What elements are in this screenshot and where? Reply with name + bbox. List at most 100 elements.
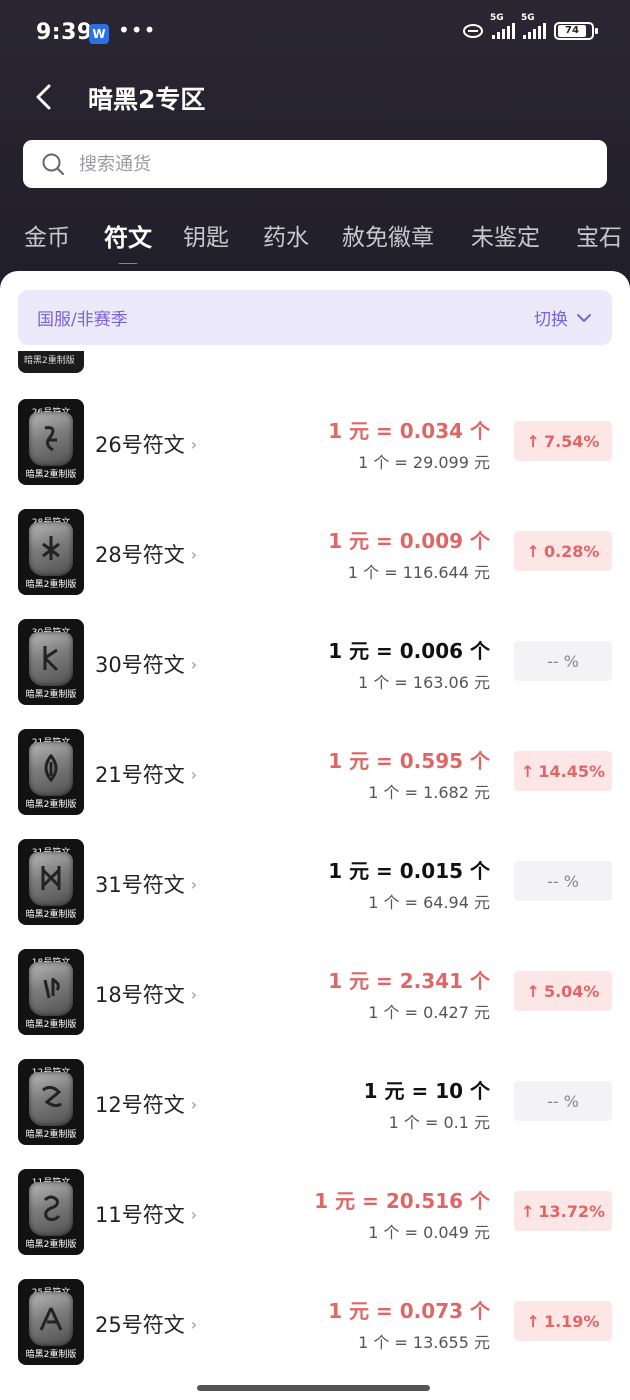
- tab-runes[interactable]: 符文: [104, 218, 152, 264]
- change-badge: ↑ 14.45%: [514, 751, 612, 791]
- item-name[interactable]: 31号符文 ›: [95, 869, 197, 899]
- arrow-up-icon: ↑: [520, 761, 535, 781]
- chevron-right-icon: ›: [190, 984, 198, 1004]
- item-name-text: 25号符文: [95, 1313, 185, 1337]
- thumb-caption: 暗黑2重制版: [25, 800, 77, 810]
- item-name-text: 31号符文: [95, 873, 185, 897]
- home-indicator[interactable]: [197, 1385, 430, 1391]
- rate-per-yuan: 1 元 = 20.516 个: [314, 1189, 490, 1213]
- switch-region-button[interactable]: 切换: [534, 305, 592, 330]
- search-bar[interactable]: [23, 140, 607, 188]
- rune-stone-icon: [29, 1182, 73, 1236]
- rate-per-item: 1 个 = 0.1 元: [388, 1113, 490, 1132]
- signal-icon-1: 5G: [490, 13, 515, 39]
- change-value: 7.54%: [543, 431, 600, 451]
- change-badge: -- %: [514, 641, 612, 681]
- item-name[interactable]: 30号符文 ›: [95, 649, 197, 679]
- partial-item-thumbnail: 暗黑2重制版: [18, 351, 84, 373]
- thumb-caption: 暗黑2重制版: [25, 470, 77, 480]
- rune-stone-icon: [29, 632, 73, 686]
- list-item[interactable]: 28号符文 暗黑2重制版 28号符文› 1 元 = 0.009 个 1 个 = …: [0, 509, 630, 619]
- arrow-up-icon: ↑: [526, 981, 540, 1001]
- thumb-caption: 暗黑2重制版: [25, 690, 77, 700]
- arrow-up-icon: ↑: [526, 1311, 540, 1331]
- partial-item-label: 暗黑2重制版: [24, 356, 75, 366]
- item-name-text: 21号符文: [95, 763, 185, 787]
- chevron-right-icon: ›: [190, 764, 198, 784]
- tab-gold[interactable]: 金币: [24, 218, 70, 252]
- rate-per-yuan: 1 元 = 0.015 个: [328, 859, 490, 883]
- tab-unidentified[interactable]: 未鉴定: [471, 218, 540, 252]
- item-name-text: 30号符文: [95, 653, 185, 677]
- category-tabs: 金币 符文 钥匙 药水 赦免徽章 未鉴定 宝石: [0, 214, 630, 264]
- rate-per-item: 1 个 = 29.099 元: [358, 453, 490, 472]
- rune-thumbnail: 18号符文 暗黑2重制版: [18, 949, 84, 1035]
- arrow-up-icon: ↑: [526, 541, 540, 561]
- back-arrow-icon[interactable]: [30, 82, 60, 112]
- item-name-text: 28号符文: [95, 543, 185, 567]
- rune-thumbnail: 30号符文 暗黑2重制版: [18, 619, 84, 705]
- item-name-text: 11号符文: [95, 1203, 185, 1227]
- list-item[interactable]: 26号符文 暗黑2重制版 26号符文› 1 元 = 0.034 个 1 个 = …: [0, 399, 630, 509]
- tab-potions[interactable]: 药水: [263, 218, 309, 252]
- item-name[interactable]: 18号符文 ›: [95, 979, 197, 1009]
- list-item[interactable]: 11号符文 暗黑2重制版 11号符文› 1 元 = 20.516 个 1 个 =…: [0, 1169, 630, 1279]
- change-badge: ↑ 7.54%: [514, 421, 612, 461]
- search-icon: [42, 153, 64, 175]
- change-value: 5.04%: [543, 981, 600, 1001]
- chevron-right-icon: ›: [190, 1094, 198, 1114]
- rune-stone-icon: [29, 852, 73, 906]
- rate-per-yuan: 1 元 = 0.006 个: [328, 639, 490, 663]
- more-notifications-icon: •••: [118, 18, 157, 42]
- item-name[interactable]: 25号符文 ›: [95, 1309, 197, 1339]
- rune-stone-icon: [29, 522, 73, 576]
- rate-per-yuan: 1 元 = 10 个: [363, 1079, 490, 1103]
- tab-gems[interactable]: 宝石: [576, 218, 622, 252]
- rate-per-yuan: 1 元 = 0.073 个: [328, 1299, 490, 1323]
- chevron-right-icon: ›: [190, 434, 198, 454]
- rune-thumbnail: 31号符文 暗黑2重制版: [18, 839, 84, 925]
- item-name[interactable]: 21号符文 ›: [95, 759, 197, 789]
- rune-stone-icon: [29, 1292, 73, 1346]
- search-input[interactable]: [79, 148, 579, 180]
- chevron-right-icon: ›: [190, 544, 198, 564]
- item-name[interactable]: 12号符文 ›: [95, 1089, 197, 1119]
- tab-keys[interactable]: 钥匙: [183, 218, 229, 252]
- change-badge: -- %: [514, 861, 612, 901]
- list-item[interactable]: 30号符文 暗黑2重制版 30号符文› 1 元 = 0.006 个 1 个 = …: [0, 619, 630, 729]
- change-value: 0.28%: [543, 541, 600, 561]
- item-name-text: 12号符文: [95, 1093, 185, 1117]
- list-item[interactable]: 18号符文 暗黑2重制版 18号符文› 1 元 = 2.341 个 1 个 = …: [0, 949, 630, 1059]
- change-badge: ↑ 0.28%: [514, 531, 612, 571]
- battery-level: 74: [558, 25, 586, 37]
- list-item[interactable]: 12号符文 暗黑2重制版 12号符文› 1 元 = 10 个 1 个 = 0.1…: [0, 1059, 630, 1169]
- rune-stone-icon: [29, 1072, 73, 1126]
- list-item[interactable]: 31号符文 暗黑2重制版 31号符文› 1 元 = 0.015 个 1 个 = …: [0, 839, 630, 949]
- rate-per-yuan: 1 元 = 0.034 个: [328, 419, 490, 443]
- rune-stone-icon: [29, 962, 73, 1016]
- chevron-right-icon: ›: [190, 654, 198, 674]
- region-selector[interactable]: 国服/非赛季 切换: [18, 290, 612, 345]
- rate-per-item: 1 个 = 13.655 元: [358, 1333, 490, 1352]
- list-item[interactable]: 25号符文 暗黑2重制版 25号符文› 1 元 = 0.073 个 1 个 = …: [0, 1279, 630, 1389]
- chevron-right-icon: ›: [190, 874, 198, 894]
- rune-thumbnail: 12号符文 暗黑2重制版: [18, 1059, 84, 1145]
- rate-per-item: 1 个 = 116.644 元: [347, 563, 490, 582]
- list-item[interactable]: 21号符文 暗黑2重制版 21号符文› 1 元 = 0.595 个 1 个 = …: [0, 729, 630, 839]
- item-name[interactable]: 28号符文 ›: [95, 539, 197, 569]
- link-icon: [463, 24, 483, 38]
- thumb-caption: 暗黑2重制版: [25, 1240, 77, 1250]
- thumb-caption: 暗黑2重制版: [25, 580, 77, 590]
- thumb-caption: 暗黑2重制版: [25, 1350, 77, 1360]
- change-value: 14.45%: [538, 761, 606, 781]
- top-nav: 暗黑2专区: [0, 74, 630, 120]
- switch-label: 切换: [534, 310, 568, 330]
- item-name-text: 26号符文: [95, 433, 185, 457]
- rune-stone-icon: [29, 742, 73, 796]
- rate-per-yuan: 1 元 = 2.341 个: [328, 969, 490, 993]
- item-name[interactable]: 26号符文 ›: [95, 429, 197, 459]
- item-name[interactable]: 11号符文 ›: [95, 1199, 197, 1229]
- rate-per-item: 1 个 = 163.06 元: [358, 673, 490, 692]
- chevron-right-icon: ›: [190, 1314, 198, 1334]
- tab-pardon-badges[interactable]: 赦免徽章: [342, 218, 434, 252]
